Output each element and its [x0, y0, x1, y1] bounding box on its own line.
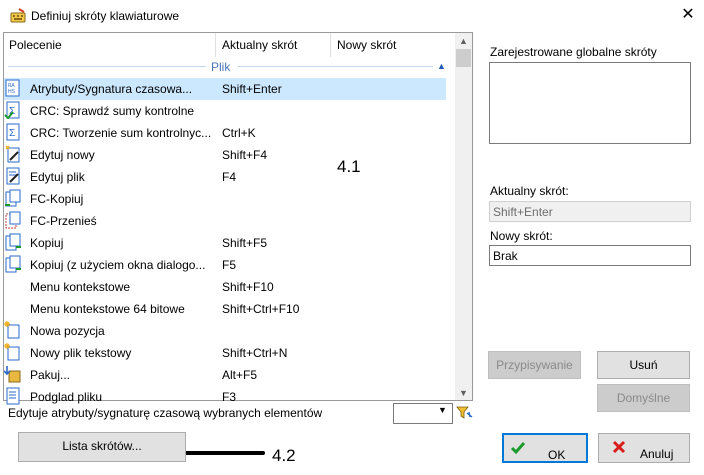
new-shortcut-field[interactable]: Brak	[489, 245, 691, 266]
new-text-file-icon	[4, 343, 20, 361]
command-name: CRC: Tworzenie sum kontrolnyc...	[30, 126, 212, 140]
copy-icon	[5, 233, 21, 251]
checkmark-icon	[510, 442, 526, 455]
ok-button[interactable]: OK	[502, 433, 588, 463]
window-title: Definiuj skróty klawiaturowe	[31, 9, 180, 23]
command-name: Podglad pliku	[30, 390, 103, 404]
command-name: Pakuj...	[30, 368, 71, 382]
cancel-button[interactable]: Anuluj	[598, 433, 690, 463]
keyboard-app-icon	[10, 8, 26, 23]
current-shortcut-value: Alt+F5	[222, 368, 258, 382]
new-item-icon	[4, 321, 20, 339]
column-divider	[330, 33, 331, 57]
close-icon[interactable]: ✕	[680, 6, 696, 24]
ok-label: OK	[548, 448, 566, 462]
edit-file-icon	[6, 167, 20, 185]
current-shortcut-value: Shift+Ctrl+N	[222, 346, 288, 360]
scroll-down-icon[interactable]: ▼	[455, 385, 472, 401]
command-name: Menu kontekstowe 64 bitowe	[30, 302, 185, 316]
svg-text:HS: HS	[8, 89, 15, 95]
view-file-icon	[6, 387, 20, 405]
cancel-label: Anuluj	[640, 447, 674, 461]
current-shortcut-value: F5	[222, 258, 237, 272]
column-header-command[interactable]: Polecenie	[9, 38, 62, 62]
checksum-verify-icon: Σ	[4, 101, 20, 119]
chevron-down-icon[interactable]: ▼	[438, 405, 447, 415]
command-name: Kopiuj (z użyciem okna dialogo...	[30, 258, 206, 272]
annotation-label: 4.1	[337, 157, 361, 176]
checksum-create-icon: Σ	[6, 123, 20, 141]
current-shortcut-value: Shift+F10	[222, 280, 274, 294]
group-label-file: Plik	[211, 60, 231, 74]
command-name: Kopiuj	[30, 236, 64, 250]
current-shortcut-value: F4	[222, 170, 237, 184]
scroll-up-icon[interactable]: ▲	[455, 33, 472, 49]
command-name: FC-Przenieś	[30, 214, 97, 228]
command-name: Edytuj nowy	[30, 148, 95, 162]
current-shortcut-value: F3	[222, 390, 237, 404]
group-divider	[8, 66, 206, 67]
vertical-scrollbar[interactable]	[455, 33, 472, 400]
current-shortcut-value: Ctrl+K	[222, 126, 256, 140]
command-name: Edytuj plik	[30, 170, 85, 184]
column-header-new-shortcut[interactable]: Nowy skrót	[337, 38, 396, 62]
filter-icon[interactable]	[456, 405, 473, 422]
command-name: FC-Kopiuj	[30, 192, 84, 206]
global-shortcuts-list[interactable]	[489, 62, 691, 144]
pack-icon	[4, 366, 21, 383]
command-name: Atrybuty/Sygnatura czasowa...	[30, 82, 193, 96]
command-name: Nowy plik tekstowy	[30, 346, 132, 360]
collapse-caret-icon[interactable]: ▲	[437, 61, 446, 71]
annotation-label: 4.2	[272, 446, 296, 465]
attributes-icon: RAHS	[5, 79, 20, 97]
current-shortcut-value: Shift+F4	[222, 148, 268, 162]
current-shortcut-label: Aktualny skrót:	[490, 184, 569, 198]
fc-move-icon	[5, 211, 21, 229]
copy-dialog-icon	[5, 255, 21, 273]
current-shortcut-value: Shift+F5	[222, 236, 268, 250]
fc-copy-icon	[5, 189, 21, 207]
column-divider	[215, 33, 216, 57]
default-button[interactable]: Domyślne	[597, 384, 690, 412]
edit-new-icon	[5, 145, 20, 163]
command-name: Nowa pozycja	[30, 324, 105, 338]
remove-button[interactable]: Usuń	[597, 351, 690, 379]
current-shortcut-field: Shift+Enter	[489, 201, 691, 222]
group-divider	[238, 66, 433, 67]
new-shortcut-label: Nowy skrót:	[490, 229, 553, 243]
description-text: Edytuje atrybuty/sygnaturę czasową wybra…	[8, 406, 323, 420]
globals-label: Zarejestrowane globalne skróty	[490, 45, 657, 59]
command-name: CRC: Sprawdź sumy kontrolne	[30, 104, 195, 118]
column-header-current-shortcut[interactable]: Aktualny skrót	[222, 38, 297, 62]
shortcut-list-button[interactable]: Lista skrótów...	[18, 432, 186, 462]
scrollbar-thumb[interactable]	[456, 49, 471, 67]
command-name: Menu kontekstowe	[30, 280, 131, 294]
current-shortcut-value: Shift+Ctrl+F10	[222, 302, 300, 316]
assign-button[interactable]: Przypisywanie	[488, 351, 581, 379]
svg-text:Σ: Σ	[9, 128, 15, 139]
close-icon	[612, 440, 626, 454]
current-shortcut-value: Shift+Enter	[222, 82, 282, 96]
